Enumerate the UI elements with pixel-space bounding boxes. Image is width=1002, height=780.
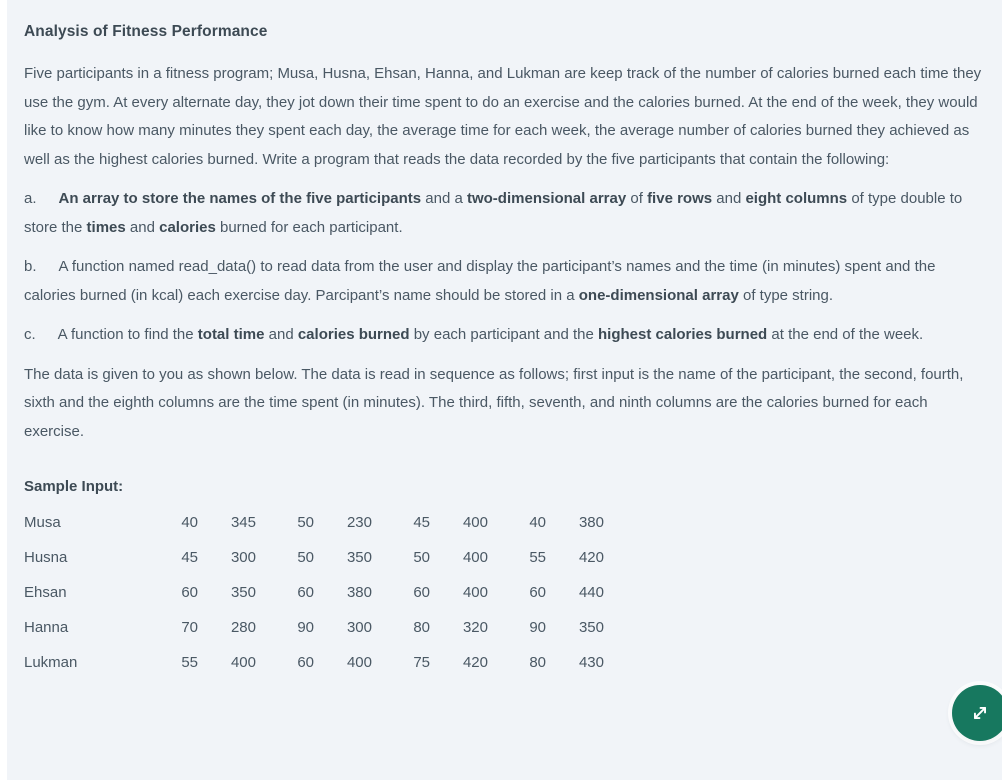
time-value-cell: 55 [529, 549, 546, 567]
question-item-text: and [125, 218, 160, 236]
question-item-emphasis: calories [159, 218, 216, 236]
question-items-list: a. An array to store the names of the fiv… [24, 185, 985, 350]
time-value-cell: 90 [529, 619, 546, 637]
sample-input-label: Sample Input: [24, 478, 124, 496]
question-item-emphasis: times [86, 218, 126, 236]
time-value-cell: 50 [297, 549, 314, 567]
calories-value-cell: 350 [230, 584, 256, 602]
calories-value-cell: 350 [346, 549, 372, 567]
time-value-cell: 45 [181, 549, 198, 567]
time-value-cell: 70 [181, 619, 198, 637]
time-value-cell: 75 [413, 654, 430, 672]
question-item-text: of [626, 190, 648, 208]
question-item-emphasis: five rows [647, 190, 713, 208]
time-value-cell: 60 [529, 584, 546, 602]
expand-arrows-icon [969, 702, 991, 724]
page-root: Analysis of Fitness Performance Five par… [0, 0, 1002, 780]
time-value-cell: 90 [297, 619, 314, 637]
question-item-text: by each participant and the [409, 326, 599, 344]
page-title: Analysis of Fitness Performance [24, 23, 268, 40]
calories-value-cell: 300 [346, 619, 372, 637]
question-card: Analysis of Fitness Performance Five par… [7, 0, 1002, 780]
question-item-text: of type string. [738, 286, 834, 304]
time-value-cell: 60 [413, 584, 430, 602]
calories-value-cell: 345 [230, 514, 256, 532]
time-value-cell: 80 [529, 654, 546, 672]
question-item-marker: a. [24, 190, 37, 208]
calories-value-cell: 400 [462, 549, 488, 567]
table-row: Hanna 70 280 90 300 80 320 90 350 [24, 610, 604, 645]
calories-value-cell: 440 [578, 584, 604, 602]
calories-value-cell: 400 [230, 654, 256, 672]
table-row: Ehsan 60 350 60 380 60 400 60 440 [24, 575, 604, 610]
calories-value-cell: 420 [462, 654, 488, 672]
question-item-text: A function to find the [57, 326, 198, 344]
question-item: a. An array to store the names of the fiv… [24, 185, 985, 242]
participant-name-cell: Musa [24, 514, 61, 532]
calories-value-cell: 420 [578, 549, 604, 567]
data-description-paragraph: The data is given to you as shown below.… [24, 365, 964, 440]
participant-name-cell: Lukman [24, 654, 78, 672]
time-value-cell: 45 [413, 514, 430, 532]
question-item-marker: c. [24, 326, 36, 344]
question-item-emphasis: highest calories burned [598, 326, 768, 344]
calories-value-cell: 320 [462, 619, 488, 637]
question-item: b. A function named read_data() to read d… [24, 253, 985, 310]
question-item-marker: b. [24, 258, 37, 276]
sample-input-table: Musa 40 345 50 230 45 400 40 380 Husna 45 300 50 350 5… [24, 505, 604, 680]
calories-value-cell: 350 [578, 619, 604, 637]
question-item-text: burned for each participant. [215, 218, 403, 236]
time-value-cell: 55 [181, 654, 198, 672]
calories-value-cell: 380 [578, 514, 604, 532]
question-item-emphasis: An array to store the names of the five … [58, 190, 422, 208]
calories-value-cell: 230 [346, 514, 372, 532]
question-item-emphasis: one-dimensional array [578, 286, 739, 304]
calories-value-cell: 430 [578, 654, 604, 672]
calories-value-cell: 300 [230, 549, 256, 567]
question-item-text: and a [421, 190, 467, 208]
calories-value-cell: 380 [346, 584, 372, 602]
table-row: Husna 45 300 50 350 50 400 55 420 [24, 540, 604, 575]
calories-value-cell: 400 [346, 654, 372, 672]
question-item-emphasis: total time [197, 326, 265, 344]
question-intro-paragraph: Five participants in a fitness program; … [24, 65, 982, 168]
table-row: Musa 40 345 50 230 45 400 40 380 [24, 505, 604, 540]
time-value-cell: 60 [181, 584, 198, 602]
calories-value-cell: 400 [462, 514, 488, 532]
question-item-text: and [712, 190, 746, 208]
participant-name-cell: Husna [24, 549, 68, 567]
question-item-emphasis: two-dimensional array [466, 190, 627, 208]
calories-value-cell: 400 [462, 584, 488, 602]
question-item-emphasis: calories burned [297, 326, 410, 344]
question-item-emphasis: eight columns [745, 190, 848, 208]
calories-value-cell: 280 [230, 619, 256, 637]
time-value-cell: 50 [297, 514, 314, 532]
time-value-cell: 60 [297, 584, 314, 602]
time-value-cell: 60 [297, 654, 314, 672]
time-value-cell: 50 [413, 549, 430, 567]
participant-name-cell: Hanna [24, 619, 69, 637]
expand-fullscreen-button[interactable] [952, 685, 1002, 741]
time-value-cell: 40 [181, 514, 198, 532]
time-value-cell: 80 [413, 619, 430, 637]
question-item-text: and [264, 326, 298, 344]
question-item: c. A function to find the total time and … [24, 321, 985, 350]
time-value-cell: 40 [529, 514, 546, 532]
table-row: Lukman 55 400 60 400 75 420 80 430 [24, 645, 604, 680]
question-item-text: at the end of the week. [767, 326, 924, 344]
participant-name-cell: Ehsan [24, 584, 67, 602]
